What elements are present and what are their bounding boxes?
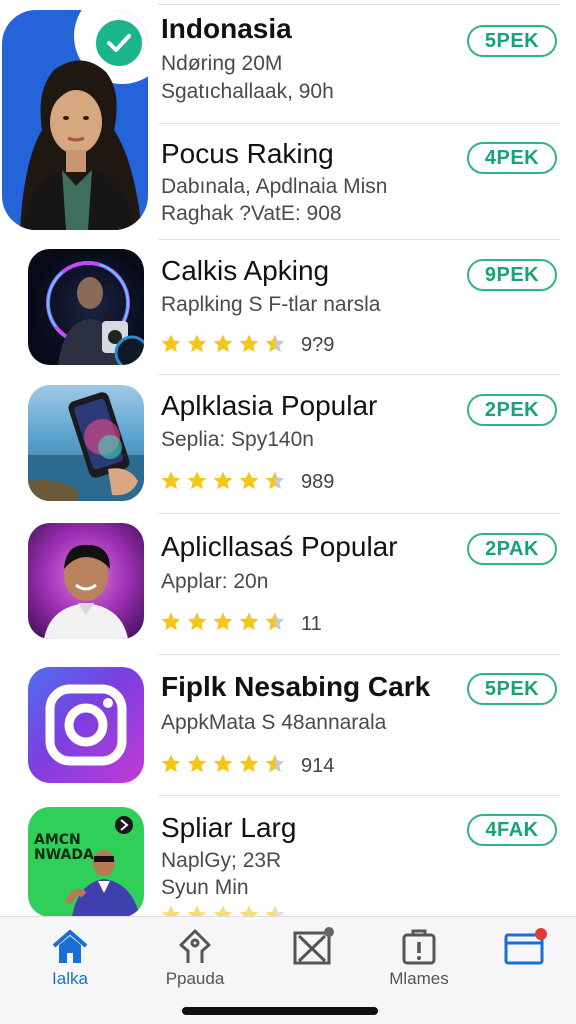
app-subtitle: Seplia: Spy140n: [161, 428, 314, 451]
app-subtitle: Raplking S F-tlar narsla: [161, 293, 381, 316]
app-icon[interactable]: AMCN NWADA: [28, 807, 144, 916]
get-button[interactable]: 4FAK: [467, 814, 557, 846]
crossed-box-icon: [293, 927, 334, 965]
star-full-icon: [187, 754, 207, 773]
promo-poster-text: AMCN NWADA: [34, 832, 94, 863]
app-subtitle: Dabınala, Apdlnaia Misn: [161, 175, 388, 198]
app-title: Indonasia: [161, 13, 292, 44]
app-icon[interactable]: [28, 249, 144, 365]
star-full-icon: [161, 905, 181, 916]
app-title: Aplklasia Popular: [161, 390, 378, 421]
star-rating: [160, 753, 286, 775]
tab-label: Ialka: [52, 969, 88, 988]
star-half-icon: [265, 754, 285, 773]
get-button[interactable]: 2PAK: [467, 533, 557, 565]
get-button[interactable]: 9PEK: [467, 259, 557, 291]
list-item[interactable]: Aplicllasaś Popular Applar: 20n 11 2PAK: [0, 514, 576, 655]
star-full-icon: [161, 471, 181, 490]
alert-box-icon: [402, 929, 436, 965]
get-button[interactable]: 5PEK: [467, 673, 557, 705]
camera-icon: [45, 684, 127, 766]
app-meta: Raghak ?VatE: 908: [161, 202, 342, 225]
star-full-icon: [213, 754, 233, 773]
app-subtitle: NaplGy; 23R: [161, 849, 282, 872]
star-half-icon: [265, 612, 285, 631]
get-button[interactable]: 4PEK: [467, 142, 557, 174]
star-full-icon: [213, 334, 233, 353]
tab-mlames[interactable]: Mlames: [364, 917, 474, 997]
star-rating: [160, 611, 286, 633]
app-icon[interactable]: [28, 667, 144, 783]
get-button[interactable]: 5PEK: [467, 25, 557, 57]
app-meta: Syun Min: [161, 876, 249, 899]
rating-value: 914: [301, 755, 335, 777]
star-full-icon: [239, 905, 259, 916]
star-rating: [160, 333, 286, 355]
tab-crossed-box[interactable]: [258, 917, 368, 997]
star-full-icon: [187, 905, 207, 916]
man-portrait-image: [44, 544, 128, 639]
tab-bar: Ialka Ppauda Mlames: [0, 916, 576, 1024]
list-item[interactable]: AMCN NWADA Spliar Larg NaplGy; 23R Syun …: [0, 796, 576, 916]
home-icon: [52, 930, 88, 963]
star-full-icon: [161, 612, 181, 631]
star-full-icon: [239, 754, 259, 773]
app-subtitle: Ndøring 20M: [161, 52, 283, 75]
star-full-icon: [239, 471, 259, 490]
list-item[interactable]: Calkis Apking Raplking S F-tlar narsla 9…: [0, 240, 576, 375]
list-item[interactable]: Pocus Raking Dabınala, Apdlnaia Misn Rag…: [0, 124, 576, 240]
star-full-icon: [213, 905, 233, 916]
star-half-icon: [265, 471, 285, 490]
star-full-icon: [239, 612, 259, 631]
star-full-icon: [161, 754, 181, 773]
tab-label: Ppauda: [165, 969, 225, 988]
star-full-icon: [187, 334, 207, 353]
star-full-icon: [161, 334, 181, 353]
app-title: Calkis Apking: [161, 255, 330, 286]
star-half-icon: [265, 334, 285, 353]
star-full-icon: [213, 471, 233, 490]
app-meta: Sgatıchallaak, 90h: [161, 80, 334, 103]
tab-home[interactable]: Ialka: [15, 917, 125, 997]
app-title: Fiplk Nesabing Cark: [161, 671, 431, 702]
rating-value: 989: [301, 471, 335, 493]
app-icon[interactable]: [28, 523, 144, 639]
get-button[interactable]: 2PEK: [467, 394, 557, 426]
app-icon[interactable]: [28, 385, 144, 501]
tag-icon: [179, 929, 211, 963]
tab-browser[interactable]: [470, 917, 576, 997]
rating-value: 9?9: [301, 334, 335, 356]
app-title: Pocus Raking: [161, 138, 334, 169]
tab-ppauda[interactable]: Ppauda: [140, 917, 250, 997]
app-list: Indonasia Ndøring 20M Sgatıchallaak, 90h…: [0, 0, 576, 916]
list-item[interactable]: Aplklasia Popular Seplia: Spy140n 989 2P…: [0, 375, 576, 514]
star-half-icon: [265, 905, 285, 916]
browser-window-icon: [504, 928, 547, 965]
app-subtitle: Applar: 20n: [161, 570, 269, 593]
star-full-icon: [187, 471, 207, 490]
app-title: Spliar Larg: [161, 812, 297, 843]
star-rating: [160, 904, 286, 916]
app-title: Aplicllasaś Popular: [161, 531, 398, 562]
home-indicator: [182, 1007, 378, 1015]
neon-ring-image: [46, 261, 144, 365]
star-full-icon: [213, 612, 233, 631]
rating-value: 11: [301, 613, 322, 635]
list-item[interactable]: Fiplk Nesabing Cark AppkMata S 48annaral…: [0, 655, 576, 796]
verified-check-icon: [92, 16, 146, 70]
star-rating: [160, 470, 286, 492]
star-full-icon: [187, 612, 207, 631]
phone-in-hand-image: [28, 392, 144, 501]
app-subtitle: AppkMata S 48annarala: [161, 711, 387, 734]
tab-label: Mlames: [389, 969, 449, 988]
list-item[interactable]: Indonasia Ndøring 20M Sgatıchallaak, 90h…: [0, 0, 576, 230]
star-full-icon: [239, 334, 259, 353]
